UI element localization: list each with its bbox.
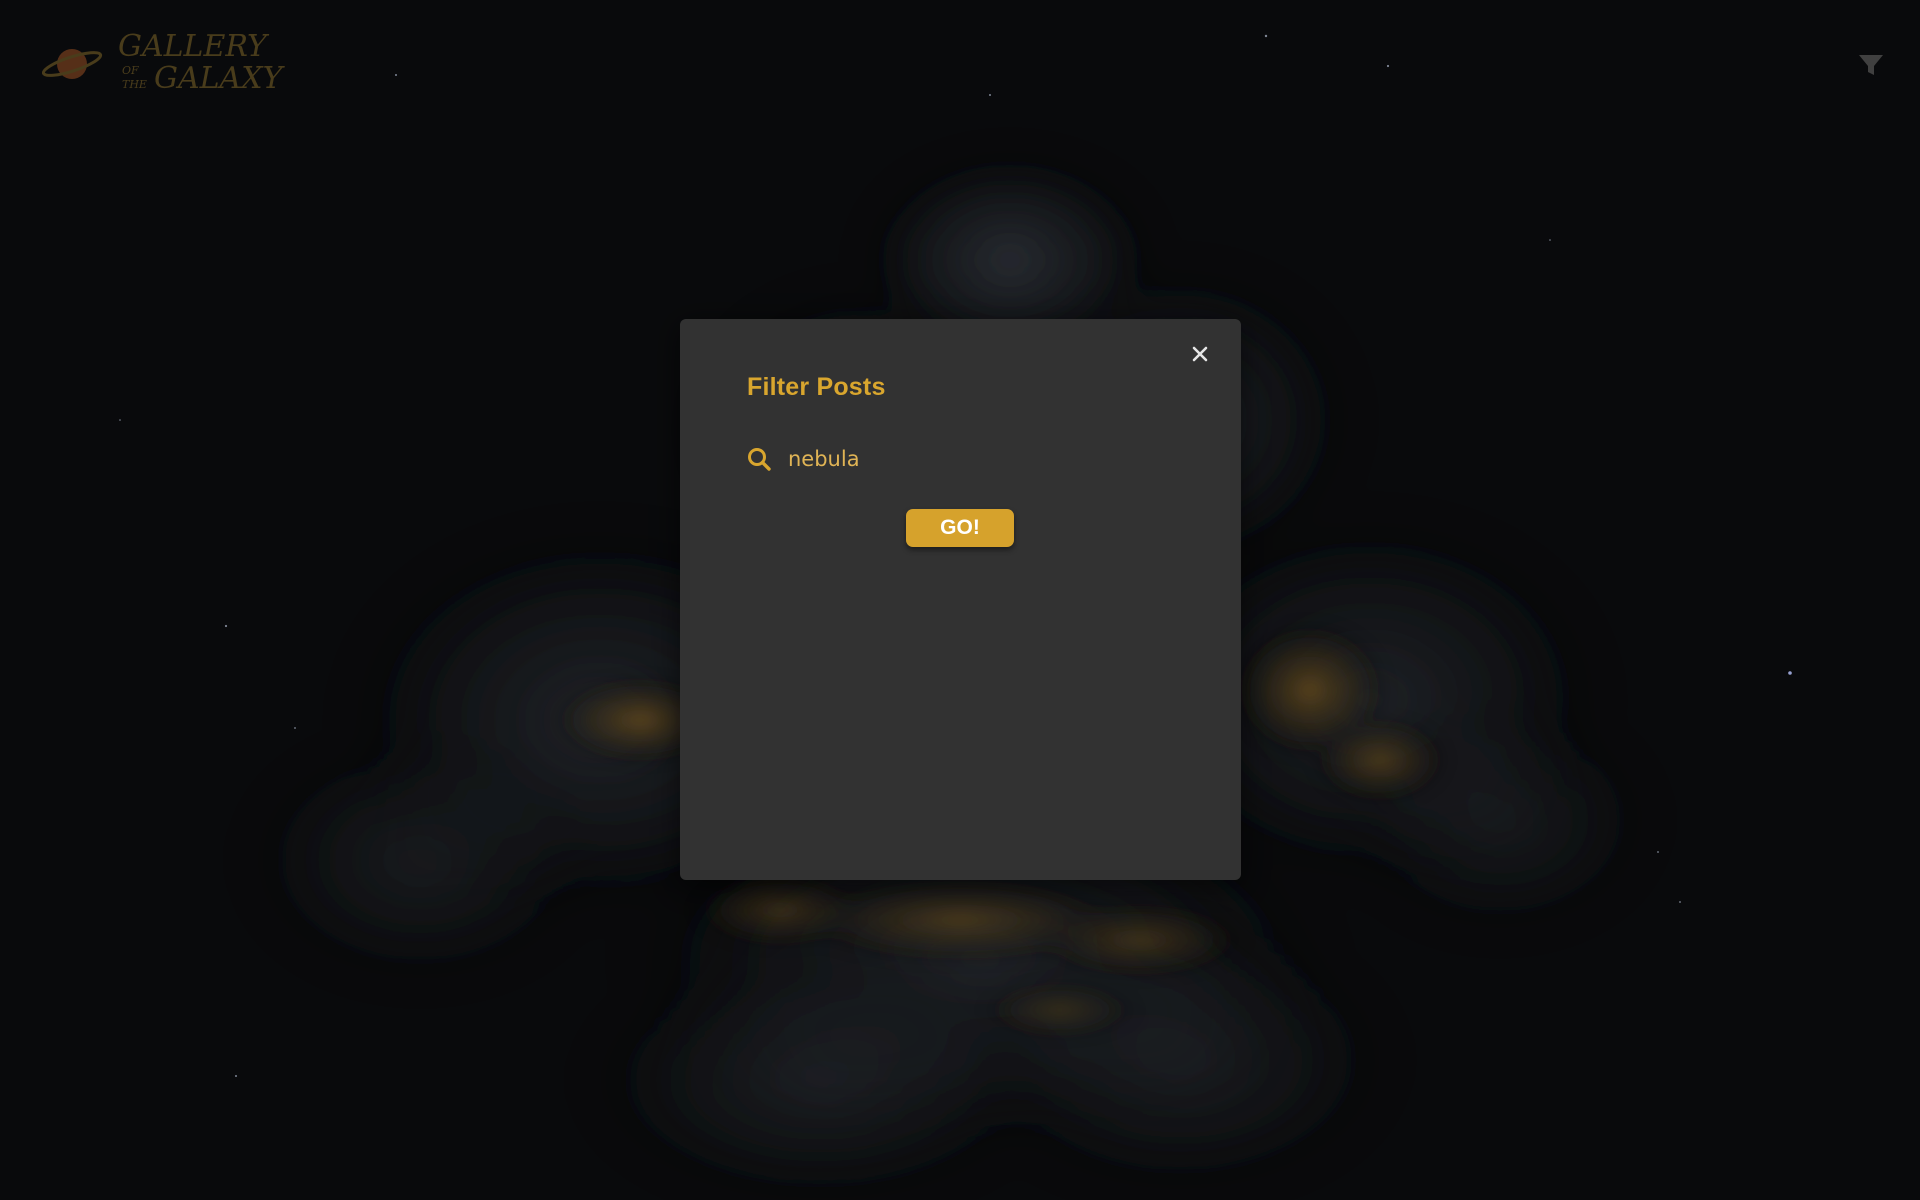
- search-icon: [748, 448, 771, 471]
- go-button[interactable]: GO!: [906, 509, 1014, 547]
- search-field: [746, 441, 1176, 477]
- close-x-icon: [1192, 346, 1208, 362]
- dialog-title: Filter Posts: [747, 373, 886, 401]
- filter-posts-dialog: Filter Posts GO!: [680, 319, 1241, 880]
- search-input[interactable]: [788, 443, 1148, 475]
- page-background: GALLERY OF THE GALAXY Filter Posts GO!: [0, 0, 1920, 1200]
- close-button[interactable]: [1187, 341, 1213, 367]
